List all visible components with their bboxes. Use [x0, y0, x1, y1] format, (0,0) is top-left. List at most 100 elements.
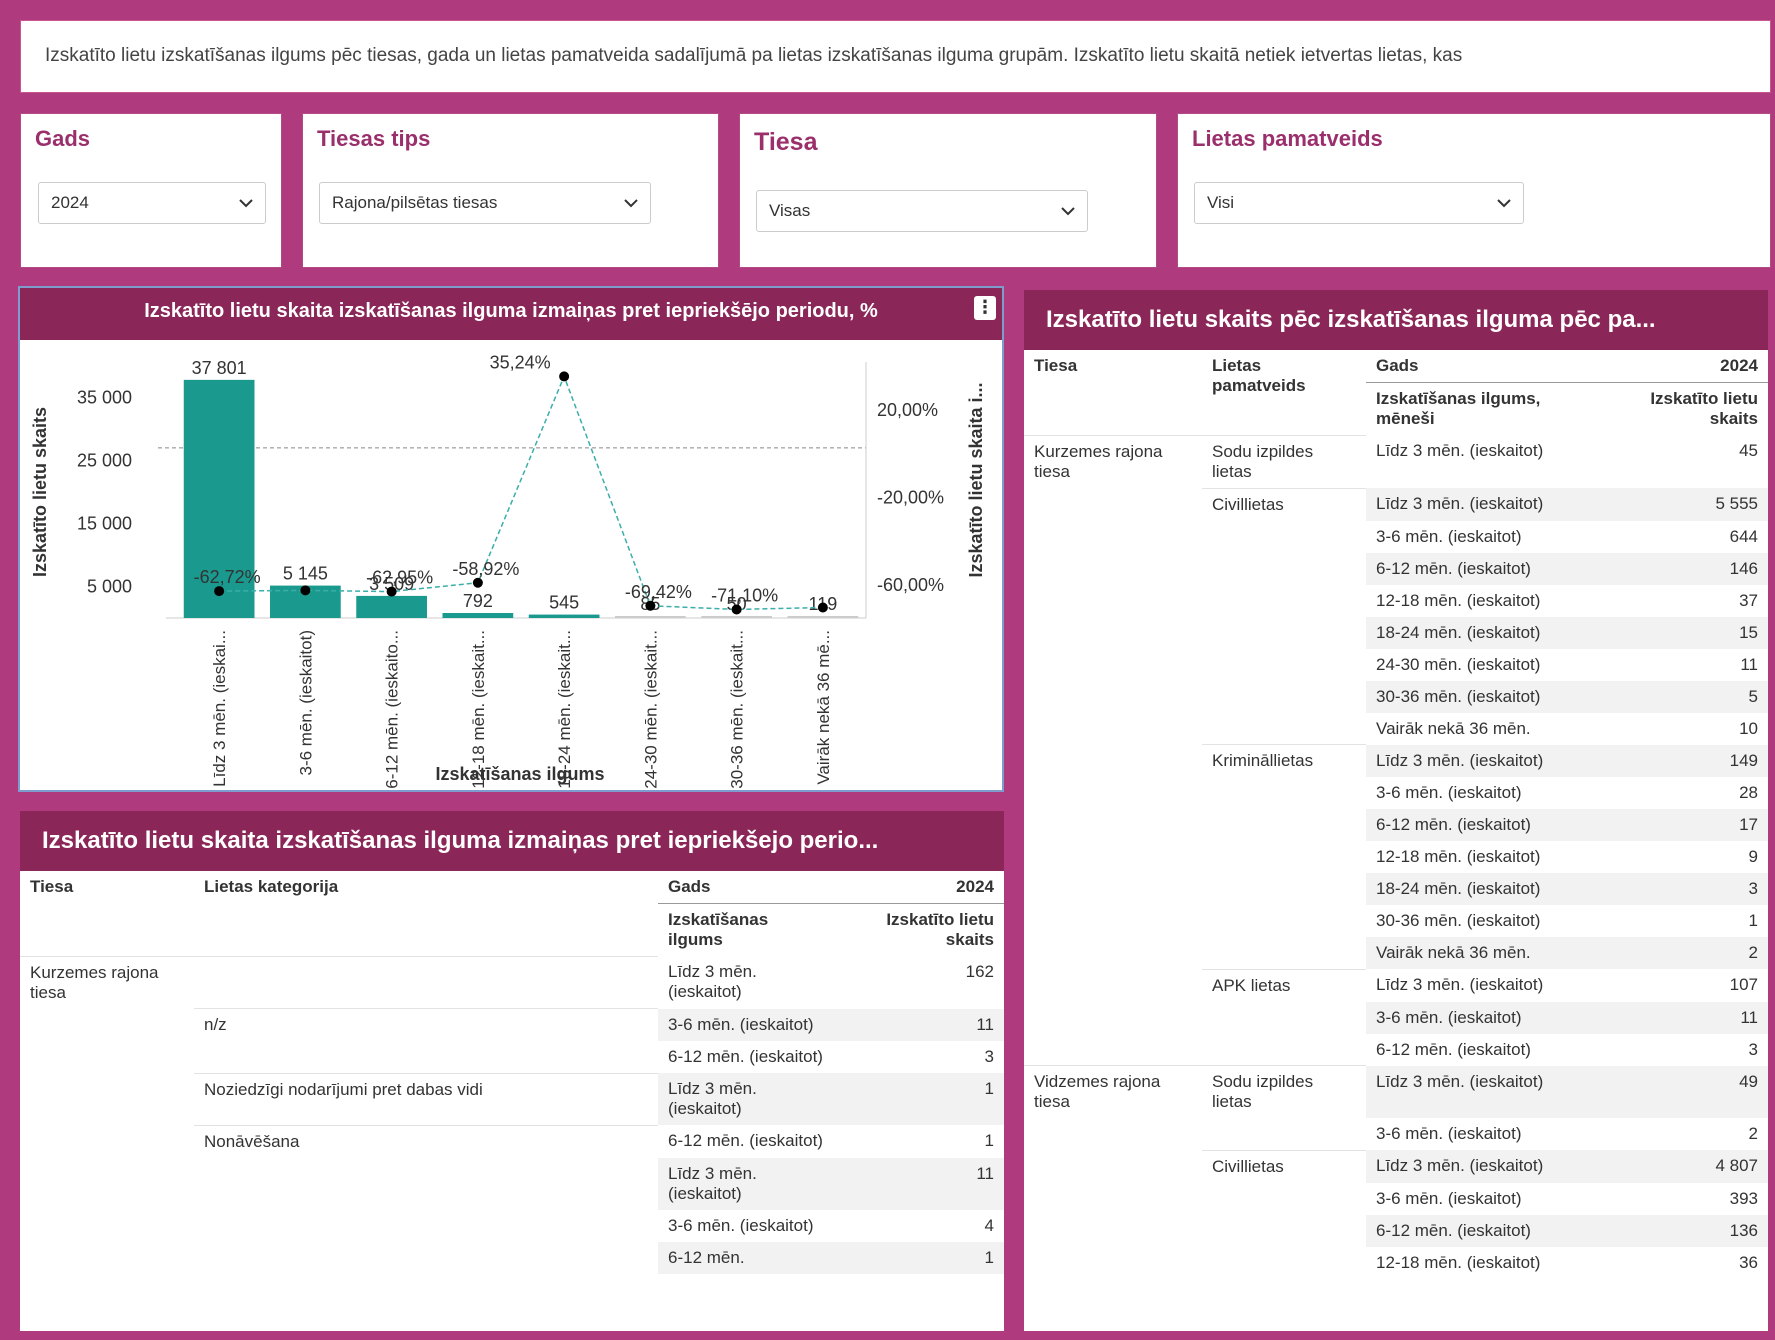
pct-point — [472, 577, 483, 588]
cell-court — [1024, 617, 1202, 649]
y2-tick-label: -60,00% — [877, 575, 944, 595]
table-row: 6-12 mēn. (ieskaitot) 3 — [1024, 1034, 1768, 1066]
cell-duration: Vairāk nekā 36 mēn. — [1366, 937, 1599, 969]
table-row: Kurzemes rajona tiesa Sodu izpildes lieta… — [1024, 434, 1768, 488]
cell-type: Civillietas — [1202, 487, 1366, 521]
court-select-value: Visas — [769, 201, 811, 220]
more-vertical-icon[interactable]: ⋮ — [974, 296, 996, 320]
cell-count: 4 — [984, 1215, 994, 1235]
cell-count: 1 — [1748, 911, 1758, 930]
cell-court — [1024, 1034, 1202, 1066]
cell-duration: 6-12 mēn. (ieskaitot) — [668, 1131, 823, 1150]
table-row: 6-12 mēn. (ieskaitot) 146 — [1024, 552, 1768, 585]
x-tick-label: 3-6 mēn. (ieskaitot) — [296, 630, 315, 776]
cell-court — [20, 1125, 194, 1158]
cell-court: Kurzemes rajona tiesa — [20, 955, 194, 1009]
case-type-select[interactable]: Visi — [1194, 182, 1524, 224]
cell-count: 15 — [1598, 616, 1768, 649]
pct-point — [214, 586, 225, 597]
table-row: Līdz 3 mēn. (ieskaitot) 11 — [20, 1157, 1004, 1210]
cell-duration: 3-6 mēn. (ieskaitot) — [1376, 783, 1522, 802]
year-select[interactable]: 2024 — [38, 182, 266, 224]
cell-count: 2 — [1598, 937, 1768, 969]
description-box: Izskatīto lietu izskatīšanas ilgums pēc … — [20, 20, 1771, 93]
cell-type: Krimināllietas — [1202, 744, 1366, 777]
cell-court — [1024, 649, 1202, 681]
cell-count: 9 — [1748, 847, 1758, 866]
cell-type — [1202, 1215, 1366, 1247]
bar — [787, 616, 859, 618]
cell-court — [1024, 873, 1202, 905]
cell-count: 5 — [1598, 680, 1768, 713]
table-row: Nonāvēšana 6-12 mēn. (ieskaitot) 1 — [20, 1124, 1004, 1158]
cell-category — [194, 1041, 658, 1073]
bottom-table-title: Izskatīto lietu skaita izskatīšanas ilgu… — [20, 811, 1004, 871]
cell-court — [1024, 681, 1202, 713]
filter-case-type: Lietas pamatveids Visi — [1177, 113, 1771, 268]
pct-label: -58,92% — [452, 559, 519, 579]
cell-count: 3 — [984, 1047, 994, 1066]
cell-count: 107 — [1729, 975, 1758, 994]
cell-court — [1024, 745, 1202, 778]
cell-duration: Vairāk nekā 36 mēn. — [1376, 718, 1531, 738]
court-select[interactable]: Visas — [756, 190, 1088, 232]
table-row: 24-30 mēn. (ieskaitot) 11 — [1024, 649, 1768, 681]
duration-chart: 35 000 25 000 15 000 5 000 20,00% -20,00% -60,… — [30, 352, 986, 788]
cell-type — [1202, 713, 1366, 745]
cell-count: 3 — [1748, 1039, 1758, 1059]
y-tick-label: 35 000 — [77, 388, 132, 408]
court-type-select[interactable]: Rajona/pilsētas tiesas — [319, 182, 651, 224]
cell-court — [1024, 553, 1202, 585]
cell-court — [20, 1210, 194, 1242]
table-row: 3-6 mēn. (ieskaitot) 393 — [1024, 1183, 1768, 1215]
table-row: Kurzemes rajona tiesa Līdz 3 mēn. (ieskai… — [20, 955, 1004, 1009]
col-duration-header: Izskatīšanas ilgums, mēneši — [1376, 389, 1541, 428]
col-type-header: Lietas pamatveids — [1212, 356, 1306, 395]
cell-duration: Līdz 3 mēn. (ieskaitot) — [658, 1073, 837, 1125]
cell-court — [1024, 585, 1202, 617]
right-table-title: Izskatīto lietu skaits pēc izskatīšanas … — [1024, 290, 1768, 350]
table-row: 6-12 mēn. (ieskaitot) 3 — [20, 1041, 1004, 1073]
pct-label: -62,72% — [194, 567, 261, 587]
cell-count: 36 — [1739, 1252, 1758, 1272]
cell-duration: 12-18 mēn. (ieskaitot) — [1376, 847, 1541, 866]
bar-value-label: 37 801 — [192, 358, 247, 378]
cell-duration: 3-6 mēn. (ieskaitot) — [1376, 1188, 1522, 1208]
filter-court-label: Tiesa — [754, 128, 818, 156]
table-row: APK lietas Līdz 3 mēn. (ieskaitot) 107 — [1024, 968, 1768, 1002]
cell-court — [1024, 713, 1202, 745]
cell-type: Sodu izpildes lietas — [1202, 1065, 1366, 1118]
filter-court-type: Tiesas tips Rajona/pilsētas tiesas — [302, 113, 719, 268]
cell-duration: Līdz 3 mēn. (ieskaitot) — [1376, 441, 1544, 460]
pct-point — [645, 600, 656, 611]
col-count-header: Izskatīto lietu skaits — [886, 910, 994, 949]
table-row: Civillietas Līdz 3 mēn. (ieskaitot) 4 807 — [1024, 1149, 1768, 1183]
cell-duration: Līdz 3 mēn. (ieskaitot) — [1366, 488, 1599, 521]
cell-category: Nonāvēšana — [194, 1124, 658, 1158]
pct-point — [300, 585, 311, 596]
cell-count: 11 — [1598, 1001, 1768, 1034]
cell-court — [1024, 1183, 1202, 1215]
col-year-value: 2024 — [1598, 350, 1768, 383]
right-data-table: Tiesa Lietas pamatveids Gads 2024 Izskat… — [1024, 350, 1768, 1279]
filter-year-label: Gads — [35, 126, 91, 151]
cell-type — [1202, 521, 1366, 553]
col-category-header: Lietas kategorija — [204, 877, 339, 896]
col-year-label: Gads — [1366, 350, 1599, 383]
cell-duration: Līdz 3 mēn. (ieskaitot) — [1366, 1065, 1599, 1118]
table-row: Krimināllietas Līdz 3 mēn. (ieskaitot) 149 — [1024, 744, 1768, 778]
x-axis-title: Izskatīšanas ilgums — [435, 764, 604, 784]
y-tick-label: 5 000 — [87, 577, 132, 597]
filter-court: Tiesa Visas — [739, 113, 1157, 268]
cell-court: Vidzemes rajona tiesa — [1024, 1065, 1202, 1118]
bar — [442, 613, 514, 618]
chevron-down-icon — [624, 199, 638, 208]
table-row: 12-18 mēn. (ieskaitot) 9 — [1024, 841, 1768, 873]
cell-duration: 6-12 mēn. (ieskaitot) — [668, 1047, 823, 1066]
cell-type: Civillietas — [1202, 1149, 1366, 1183]
col-year-value: 2024 — [836, 871, 1004, 904]
cell-duration: 3-6 mēn. (ieskaitot) — [1376, 526, 1522, 546]
pct-label: -69,42% — [625, 582, 692, 602]
cell-court — [1024, 969, 1202, 1002]
y2-tick-label: 20,00% — [877, 400, 938, 420]
